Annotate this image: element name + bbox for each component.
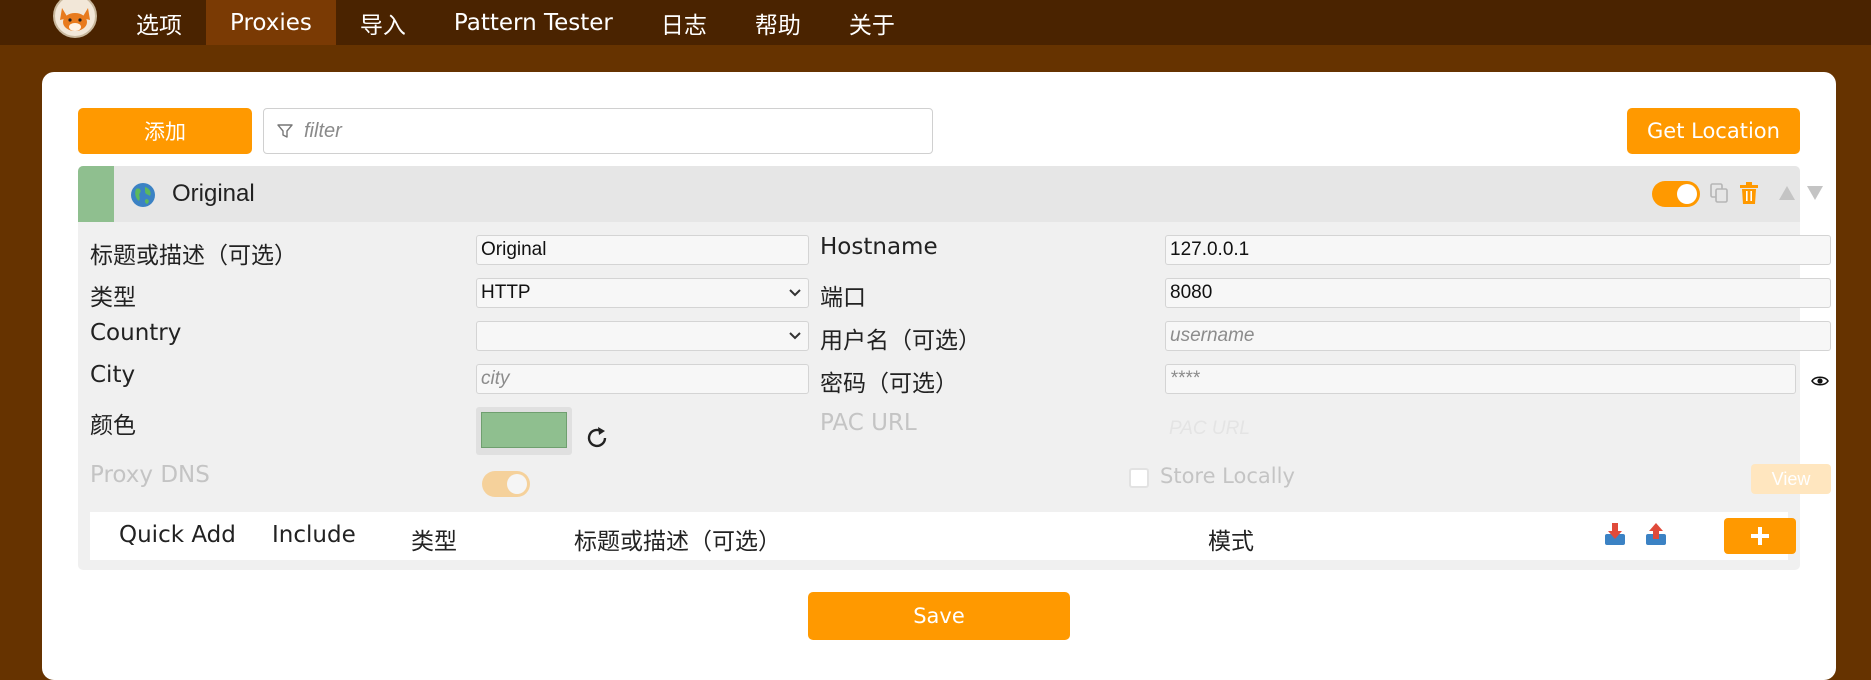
export-patterns-icon[interactable] [1645, 522, 1667, 546]
filter-icon [277, 124, 293, 138]
store-locally-label: Store Locally [1160, 464, 1295, 488]
pac-url-input[interactable]: PAC URL [1169, 418, 1250, 440]
tab-log[interactable]: 日志 [637, 0, 731, 45]
trash-icon[interactable] [1739, 182, 1759, 205]
country-select[interactable] [476, 321, 809, 351]
country-label: Country [90, 320, 182, 346]
main-card: 添加 Get Location Original [42, 72, 1836, 680]
type-select-value: HTTP [481, 282, 531, 303]
proxy-dns-label: Proxy DNS [90, 462, 210, 488]
foxyproxy-logo-icon [50, 0, 100, 38]
port-field[interactable] [1165, 278, 1831, 308]
get-location-button[interactable]: Get Location [1627, 108, 1800, 154]
store-locally-checkbox[interactable] [1129, 468, 1149, 488]
import-patterns-icon[interactable] [1604, 522, 1626, 546]
pattern-col-title: 标题或描述（可选） [574, 529, 781, 555]
city-input[interactable] [481, 368, 808, 390]
toggle-knob [507, 474, 527, 494]
tab-about[interactable]: 关于 [825, 0, 919, 45]
filter-input[interactable] [304, 119, 904, 143]
pattern-col-type: 类型 [411, 529, 457, 555]
toggle-knob [1677, 184, 1697, 204]
proxy-dns-toggle[interactable] [482, 471, 530, 497]
move-up-icon[interactable] [1778, 185, 1796, 201]
pac-url-label: PAC URL [820, 410, 917, 436]
tab-options[interactable]: 选项 [112, 0, 206, 45]
city-field[interactable] [476, 364, 809, 394]
eye-icon[interactable] [1811, 375, 1829, 387]
proxy-title: Original [172, 180, 255, 207]
password-input[interactable] [1170, 368, 1795, 390]
chevron-down-icon [789, 332, 801, 340]
proxy-color-strip [78, 166, 114, 222]
port-input[interactable] [1170, 282, 1830, 304]
password-field[interactable] [1165, 364, 1796, 394]
refresh-icon[interactable] [584, 425, 610, 451]
save-button[interactable]: Save [808, 592, 1070, 640]
username-field[interactable] [1165, 321, 1831, 351]
proxy-panel: Original 标题或描述（可选） 类型 Country City 颜色 Pr… [78, 166, 1831, 570]
view-button[interactable]: View [1751, 464, 1831, 494]
type-label: 类型 [90, 285, 136, 311]
title-field[interactable] [476, 235, 809, 265]
pattern-col-pattern: 模式 [1208, 529, 1254, 555]
type-select[interactable]: HTTP [476, 278, 809, 308]
pattern-col-quick-add: Quick Add [119, 522, 236, 548]
color-label: 颜色 [90, 413, 136, 439]
filter-box [263, 108, 933, 154]
tab-pattern-tester[interactable]: Pattern Tester [430, 0, 637, 45]
nav-tabs: 选项 Proxies 导入 Pattern Tester 日志 帮助 关于 [112, 0, 919, 45]
password-label: 密码（可选） [820, 371, 958, 397]
tab-proxies[interactable]: Proxies [206, 0, 336, 45]
csdn-watermark: CSDN @Briue7Rua [1565, 628, 1779, 680]
city-label: City [90, 362, 136, 388]
proxy-enable-toggle[interactable] [1652, 181, 1700, 207]
duplicate-icon[interactable] [1710, 183, 1728, 203]
chevron-down-icon [789, 289, 801, 297]
title-label: 标题或描述（可选） [90, 243, 297, 269]
add-pattern-button[interactable] [1724, 518, 1796, 554]
top-nav: 选项 Proxies 导入 Pattern Tester 日志 帮助 关于 [0, 0, 1871, 45]
plus-icon [1751, 527, 1769, 545]
hostname-input[interactable] [1170, 239, 1830, 261]
hostname-field[interactable] [1165, 235, 1831, 265]
tab-import[interactable]: 导入 [336, 0, 430, 45]
title-input[interactable] [481, 239, 808, 261]
pattern-col-include: Include [272, 522, 356, 548]
pattern-header-row: Quick Add Include 类型 标题或描述（可选） 模式 [90, 512, 1796, 560]
color-picker[interactable] [476, 407, 572, 455]
username-label: 用户名（可选） [820, 328, 981, 354]
tab-help[interactable]: 帮助 [731, 0, 825, 45]
globe-icon [131, 183, 155, 207]
hostname-label: Hostname [820, 234, 938, 260]
port-label: 端口 [820, 285, 866, 311]
color-swatch [481, 412, 567, 448]
add-proxy-button[interactable]: 添加 [78, 108, 252, 154]
username-input[interactable] [1170, 325, 1830, 347]
move-down-icon[interactable] [1806, 185, 1824, 201]
proxy-header[interactable]: Original [78, 166, 1823, 222]
